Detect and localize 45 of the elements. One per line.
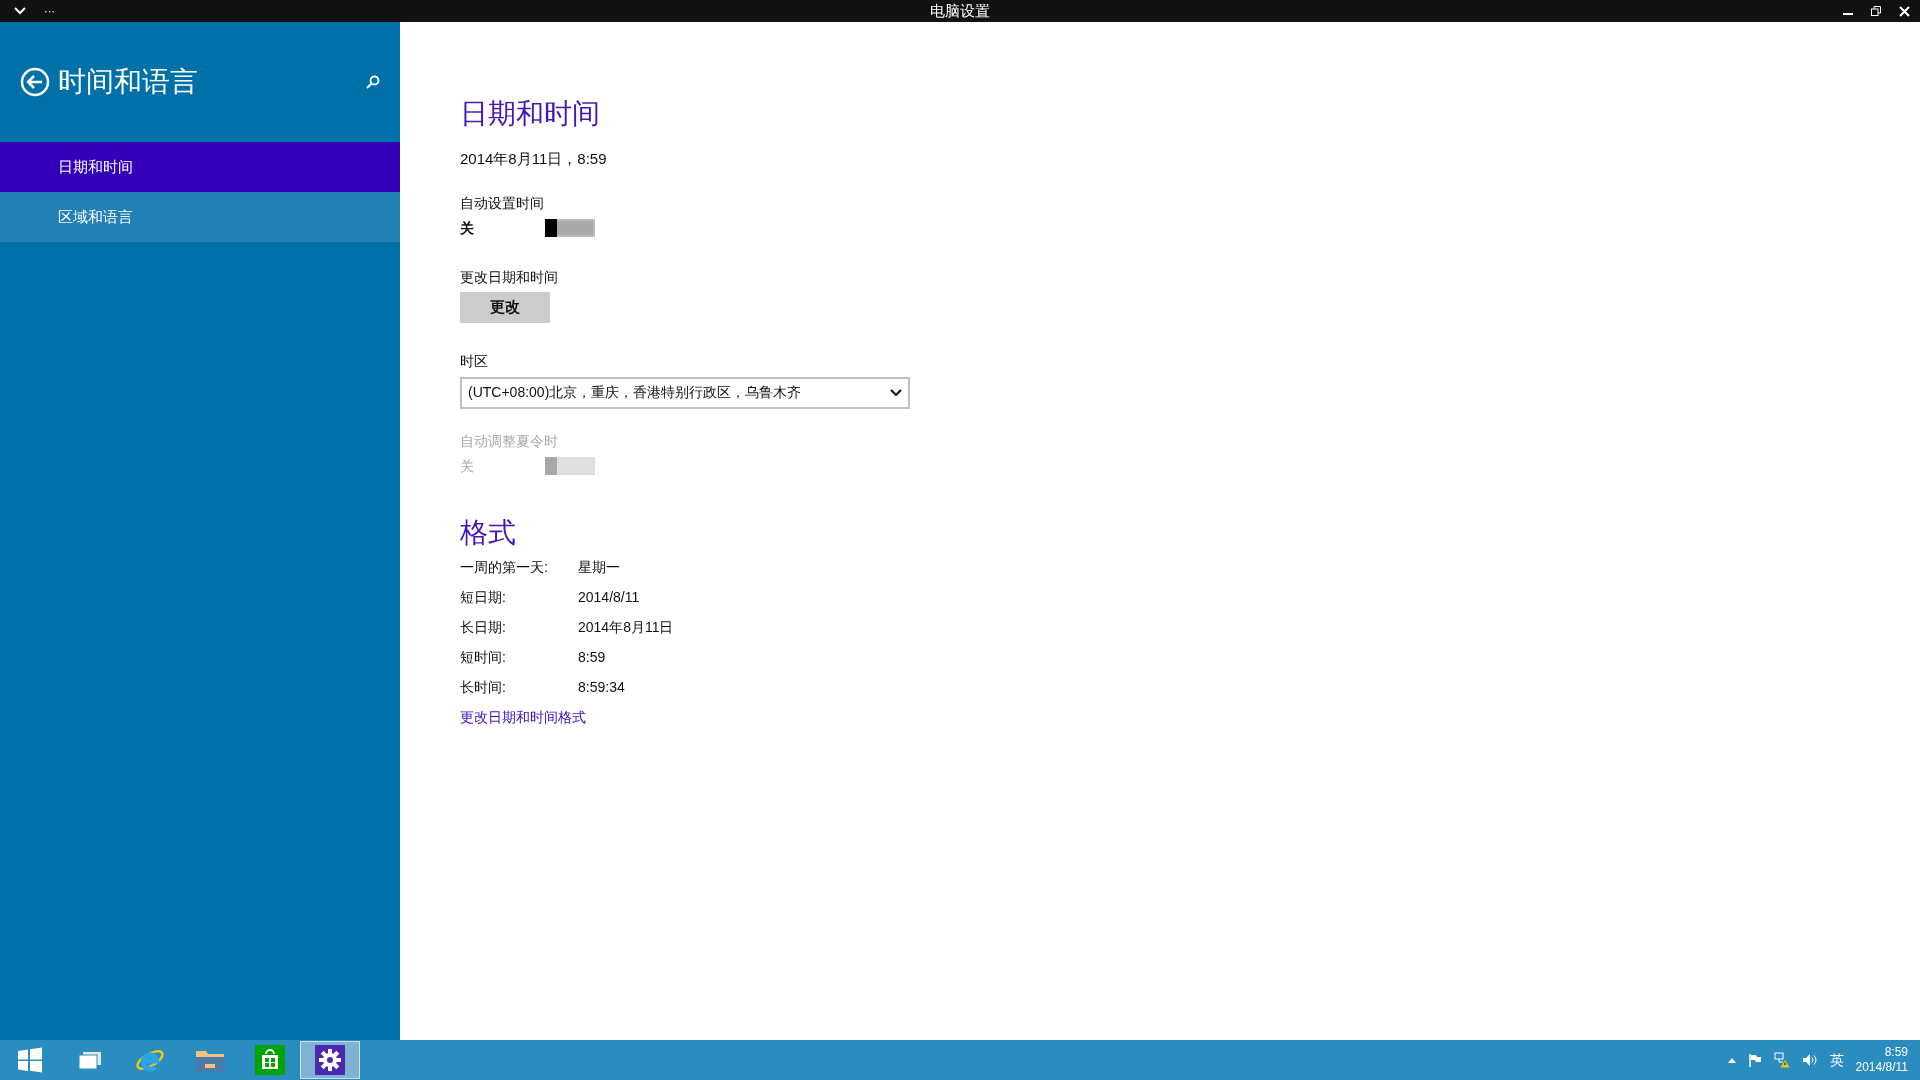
gear-icon (315, 1045, 345, 1075)
menu-dots[interactable]: ··· (44, 5, 55, 17)
format-label: 长日期: (460, 617, 507, 637)
setting-label: 更改日期和时间 (460, 267, 558, 287)
input-language-indicator[interactable]: 英 (1829, 1049, 1844, 1071)
format-value: 星期一 (578, 557, 621, 577)
clock-date[interactable]: 2014/8/11 (1855, 1060, 1908, 1075)
format-value: 8:59 (578, 647, 607, 667)
flag-icon[interactable] (1747, 1053, 1762, 1067)
windows-logo-icon (17, 1047, 43, 1073)
format-label: 短日期: (460, 587, 507, 607)
windows-stack-icon (78, 1050, 102, 1070)
search-icon[interactable] (366, 75, 380, 89)
window-title: 电脑设置 (929, 1, 991, 21)
chevron-down-icon (890, 388, 902, 397)
toggle-state: 关 (460, 218, 475, 238)
toggle-switch[interactable] (545, 219, 595, 237)
setting-label: 时区 (460, 351, 488, 371)
sidebar-item[interactable]: 区域和语言 (0, 192, 400, 242)
current-date-time: 2014年8月11日，8:59 (460, 149, 607, 169)
change-button[interactable]: 更改 (460, 291, 550, 323)
format-value: 8:59:34 (578, 677, 626, 697)
setting-label: 自动设置时间 (460, 193, 544, 213)
sidebar-item[interactable]: 日期和时间 (0, 142, 400, 192)
network-warning-icon[interactable] (1773, 1052, 1790, 1068)
shopping-bag-icon (255, 1045, 285, 1075)
speaker-icon[interactable] (1801, 1053, 1818, 1067)
caret-up-icon[interactable] (1727, 1057, 1736, 1063)
format-value: 2014年8月11日 (578, 617, 674, 637)
sidebar-title: 时间和语言 (58, 65, 198, 99)
format-value: 2014/8/11 (578, 587, 641, 607)
toggle-state: 关 (460, 456, 475, 476)
caret-down-icon[interactable] (14, 7, 26, 15)
clock-time[interactable]: 8:59 (1884, 1045, 1908, 1060)
restore-icon[interactable] (1871, 6, 1881, 16)
timezone-dropdown[interactable]: (UTC+08:00)北京，重庆，香港特别行政区，乌鲁木齐 (460, 376, 910, 409)
section-heading: 日期和时间 (460, 97, 600, 131)
format-label: 短时间: (460, 647, 507, 667)
close-icon[interactable] (1899, 5, 1910, 17)
setting-label: 自动调整夏令时 (460, 431, 558, 451)
taskbar-button[interactable] (300, 1041, 360, 1079)
section-heading: 格式 (460, 515, 516, 550)
format-label: 一周的第一天: (460, 557, 549, 577)
format-link[interactable]: 更改日期和时间格式 (460, 706, 586, 728)
format-label: 长时间: (460, 677, 507, 697)
